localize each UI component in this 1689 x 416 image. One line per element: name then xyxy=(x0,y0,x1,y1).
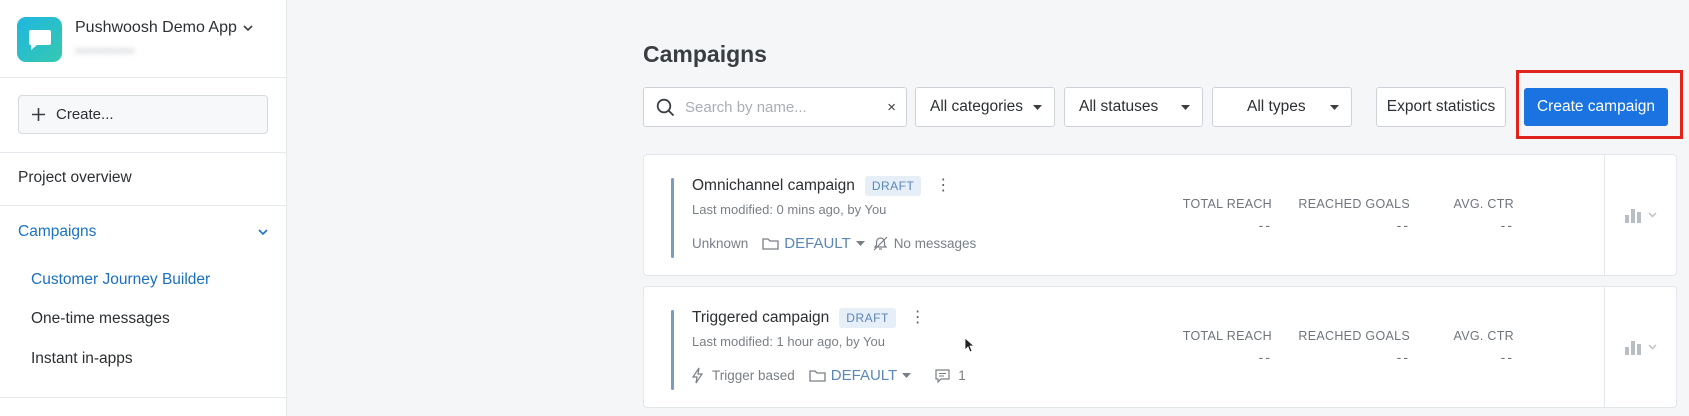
divider xyxy=(0,152,287,153)
more-options-icon[interactable]: ⋮ xyxy=(910,310,926,326)
campaign-name[interactable]: Omnichannel campaign xyxy=(692,177,855,195)
stat-value: -- xyxy=(1500,217,1514,233)
reached-goals-stat: REACHED GOALS -- xyxy=(1298,329,1410,365)
messages-info: No messages xyxy=(893,236,977,251)
search-icon xyxy=(656,98,675,116)
folder-selector[interactable]: DEFAULT xyxy=(762,235,865,252)
more-options-icon[interactable]: ⋮ xyxy=(935,178,951,194)
reached-goals-stat: REACHED GOALS -- xyxy=(1298,197,1410,233)
divider xyxy=(0,205,287,206)
categories-filter[interactable]: All categories xyxy=(915,87,1055,127)
divider xyxy=(0,397,287,398)
trigger-type: Unknown xyxy=(692,236,749,251)
sidebar-item-project-overview[interactable]: Project overview xyxy=(18,169,132,187)
chevron-down-icon xyxy=(243,24,253,31)
stats-toggle[interactable] xyxy=(1604,287,1676,407)
caret-down-icon xyxy=(902,373,912,378)
filter-label: All types xyxy=(1247,98,1306,115)
create-button[interactable]: Create... xyxy=(18,95,268,134)
trigger-type: Trigger based xyxy=(712,368,795,383)
stat-value: -- xyxy=(1258,349,1272,365)
avg-ctr-stat: AVG. CTR -- xyxy=(1453,329,1514,365)
app-name: Pushwoosh Demo App xyxy=(75,19,237,36)
export-statistics-button[interactable]: Export statistics xyxy=(1376,87,1506,127)
last-modified: Last modified: 0 mins ago, by You xyxy=(692,202,887,217)
caret-down-icon xyxy=(1033,104,1042,110)
plus-icon xyxy=(32,108,45,121)
stat-label: REACHED GOALS xyxy=(1298,329,1410,343)
campaign-name[interactable]: Triggered campaign xyxy=(692,309,829,327)
stat-label: AVG. CTR xyxy=(1453,197,1514,211)
app-subtitle: ••••••••••••• xyxy=(75,43,135,58)
stat-label: TOTAL REACH xyxy=(1182,197,1272,211)
stat-value: -- xyxy=(1500,349,1514,365)
clear-icon[interactable]: × xyxy=(887,99,896,116)
sidebar-item-campaigns[interactable]: Campaigns xyxy=(18,223,268,241)
stat-label: REACHED GOALS xyxy=(1298,197,1410,211)
caret-down-icon xyxy=(1330,104,1339,110)
stat-value: -- xyxy=(1396,217,1410,233)
stat-label: AVG. CTR xyxy=(1453,329,1514,343)
stats-toggle[interactable] xyxy=(1604,155,1676,275)
chevron-down-icon xyxy=(1648,344,1657,350)
campaign-card[interactable]: Omnichannel campaign DRAFT ⋮ Last modifi… xyxy=(643,154,1677,276)
folder-name: DEFAULT xyxy=(784,235,851,252)
mouse-cursor-icon xyxy=(964,337,975,353)
app-logo-icon xyxy=(17,17,62,62)
folder-icon xyxy=(809,370,826,382)
caret-down-icon xyxy=(1181,104,1190,110)
status-bar xyxy=(671,310,674,390)
search-input[interactable]: Search by name... × xyxy=(643,87,907,127)
sidebar-item-customer-journey-builder[interactable]: Customer Journey Builder xyxy=(31,271,210,289)
sidebar-item-one-time-messages[interactable]: One-time messages xyxy=(31,310,170,328)
sidebar: Pushwoosh Demo App ••••••••••••• Create.… xyxy=(0,0,287,416)
stat-label: TOTAL REACH xyxy=(1182,329,1272,343)
total-reach-stat: TOTAL REACH -- xyxy=(1183,197,1272,233)
sidebar-item-label: Campaigns xyxy=(18,223,97,240)
sidebar-item-instant-in-apps[interactable]: Instant in-apps xyxy=(31,350,133,368)
status-bar xyxy=(671,178,674,258)
bell-off-icon xyxy=(873,236,888,251)
create-button-label: Create... xyxy=(56,106,114,123)
folder-icon xyxy=(762,238,779,250)
status-badge: DRAFT xyxy=(864,176,922,196)
folder-selector[interactable]: DEFAULT xyxy=(809,367,912,384)
stat-value: -- xyxy=(1396,349,1410,365)
bar-chart-icon xyxy=(1625,209,1641,223)
create-campaign-button[interactable]: Create campaign xyxy=(1524,88,1668,126)
chevron-down-icon xyxy=(258,228,268,235)
types-filter[interactable]: All types xyxy=(1212,87,1352,127)
stat-value: -- xyxy=(1258,217,1272,233)
statuses-filter[interactable]: All statuses xyxy=(1064,87,1203,127)
campaign-card[interactable]: Triggered campaign DRAFT ⋮ Last modified… xyxy=(643,286,1677,408)
message-icon xyxy=(935,368,950,383)
total-reach-stat: TOTAL REACH -- xyxy=(1183,329,1272,365)
caret-down-icon xyxy=(855,241,865,246)
app-switcher[interactable]: Pushwoosh Demo App ••••••••••••• xyxy=(17,17,277,62)
lightning-icon xyxy=(692,367,704,384)
messages-count: 1 xyxy=(958,368,966,383)
page-title: Campaigns xyxy=(643,41,767,67)
avg-ctr-stat: AVG. CTR -- xyxy=(1453,197,1514,233)
folder-name: DEFAULT xyxy=(830,367,898,384)
search-placeholder: Search by name... xyxy=(685,98,807,116)
filter-label: All categories xyxy=(930,98,1024,115)
filter-label: All statuses xyxy=(1079,98,1159,115)
last-modified: Last modified: 1 hour ago, by You xyxy=(692,334,885,349)
bar-chart-icon xyxy=(1625,341,1641,355)
status-badge: DRAFT xyxy=(839,308,896,328)
chevron-down-icon xyxy=(1648,212,1657,218)
divider xyxy=(0,77,287,78)
